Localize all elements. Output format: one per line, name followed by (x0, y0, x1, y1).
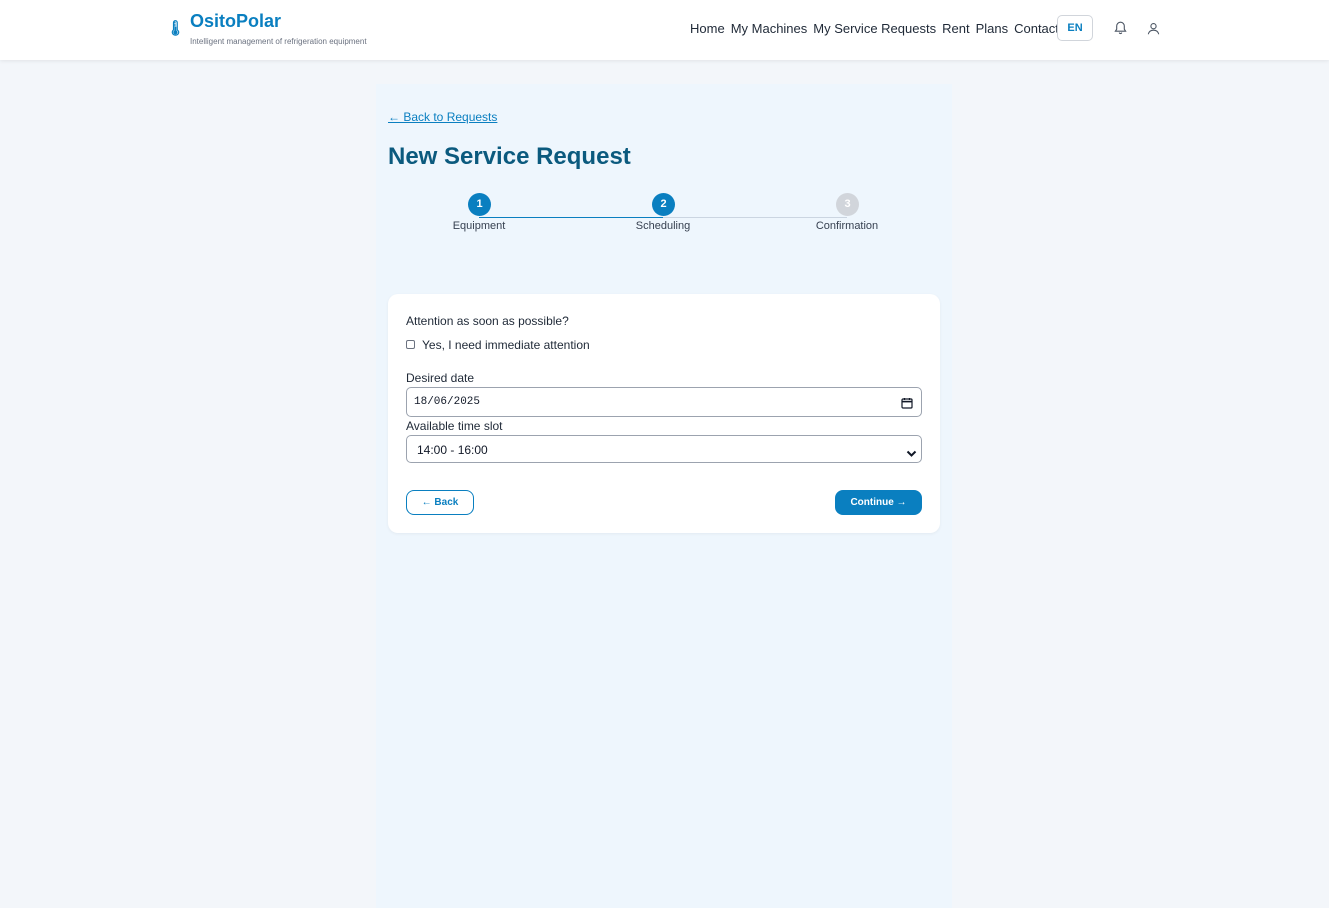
back-to-requests-link[interactable]: ← Back to Requests (388, 110, 497, 124)
time-slot-value: 14:00 - 16:00 (417, 443, 488, 457)
calendar-icon[interactable] (901, 396, 913, 409)
user-icon[interactable] (1144, 19, 1162, 37)
time-slot-select[interactable]: 14:00 - 16:00 (406, 435, 922, 463)
urgent-question: Attention as soon as possible? (406, 314, 569, 328)
main-nav: Home My Machines My Service Requests Ren… (690, 20, 1059, 37)
page-title: New Service Request (388, 143, 631, 170)
chevron-down-icon (906, 445, 917, 457)
nav-contact[interactable]: Contact (1014, 20, 1059, 37)
bell-icon[interactable] (1111, 19, 1129, 37)
nav-my-machines[interactable]: My Machines (731, 20, 808, 37)
urgent-checkbox[interactable] (406, 340, 415, 349)
brand-name[interactable]: OsitoPolar (190, 11, 281, 32)
language-button[interactable]: EN (1057, 15, 1093, 41)
nav-my-service-requests[interactable]: My Service Requests (813, 20, 936, 37)
urgent-checkbox-label[interactable]: Yes, I need immediate attention (422, 338, 590, 352)
step-3-circle: 3 (836, 193, 859, 216)
time-slot-label: Available time slot (406, 419, 503, 433)
top-navbar: 🌡︎ OsitoPolar Intelligent management of … (0, 0, 1329, 60)
continue-button[interactable]: Continue → (835, 490, 922, 515)
nav-rent[interactable]: Rent (942, 20, 969, 37)
step-1-circle: 1 (468, 193, 491, 216)
desired-date-input[interactable]: 18/06/2025 (406, 387, 922, 417)
back-button[interactable]: ← Back (406, 490, 474, 515)
stepper-line-pending (663, 217, 847, 218)
nav-home[interactable]: Home (690, 20, 725, 37)
step-2-circle: 2 (652, 193, 675, 216)
nav-plans[interactable]: Plans (976, 20, 1009, 37)
step-3-label: Confirmation (815, 220, 879, 232)
step-1-label: Equipment (452, 220, 506, 232)
thermometer-icon: 🌡︎ (166, 20, 186, 37)
brand-tagline: Intelligent management of refrigeration … (190, 37, 367, 46)
step-2-label: Scheduling (635, 220, 691, 232)
stepper-line-complete (479, 217, 663, 218)
desired-date-label: Desired date (406, 371, 475, 385)
desired-date-value: 18/06/2025 (414, 396, 481, 408)
